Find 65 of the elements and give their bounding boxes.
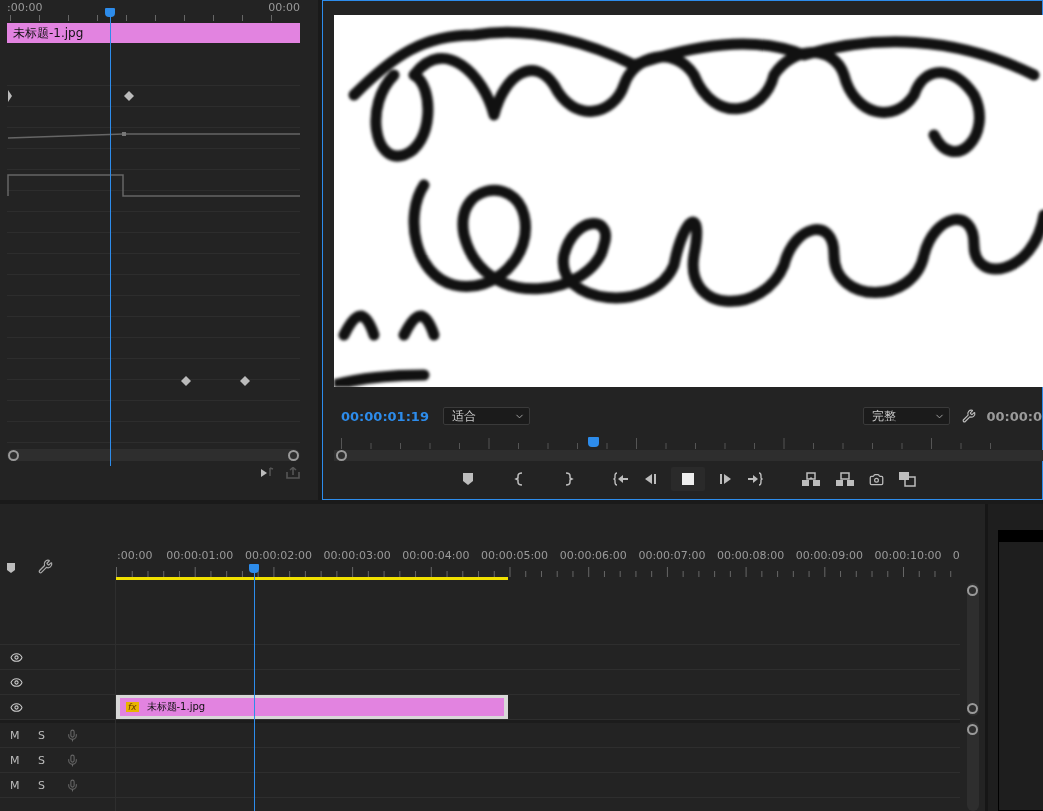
extract-icon[interactable]	[835, 472, 855, 486]
fx-badge: fx	[126, 702, 139, 712]
ruler-time-label: 00:00:01:00	[166, 549, 234, 562]
ruler-time-label: :00:00	[7, 0, 43, 15]
keyframe-icon[interactable]	[181, 376, 191, 386]
eye-icon[interactable]	[10, 700, 23, 714]
solo-toggle[interactable]: S	[38, 778, 48, 792]
microphone-icon[interactable]	[66, 728, 79, 742]
playhead[interactable]	[249, 564, 259, 811]
time-ruler[interactable]: :00:00 00:00:01:00 00:00:02:00 00:00:03:00 00:00:04:00 00:00:05:00 00:00:06:00 00:00:07:00 00:00:08:00 00:00:09:00 00:00:10:00 0	[116, 504, 960, 580]
ruler-time-label: 00:00:10:00	[874, 549, 942, 562]
clip-name-bar: 未标题-1.jpg	[7, 23, 300, 43]
go-to-in-icon[interactable]	[613, 472, 629, 486]
clip-name: 未标题-1.jpg	[146, 700, 206, 714]
stop-button[interactable]	[671, 467, 705, 491]
zoom-scrollbar[interactable]	[7, 449, 300, 461]
scrubber-handle[interactable]	[336, 450, 347, 461]
scroll-handle[interactable]	[8, 449, 19, 461]
ruler-time-label: :00:00	[117, 549, 153, 562]
keyframe-icon[interactable]	[240, 376, 250, 386]
ruler-time-label: 00:00	[268, 0, 300, 15]
settings-icon[interactable]	[962, 409, 977, 423]
zoom-dropdown[interactable]: 适合	[443, 407, 530, 425]
ruler-time-label: 00:00:04:00	[402, 549, 470, 562]
keyframe-icon[interactable]	[124, 91, 134, 101]
eye-icon[interactable]	[10, 675, 23, 689]
ruler-time-label: 00:00:07:00	[638, 549, 706, 562]
settings-icon[interactable]	[38, 559, 53, 574]
step-back-icon[interactable]	[643, 472, 657, 486]
lift-icon[interactable]	[801, 472, 821, 486]
duration-timecode: 00:00:0	[986, 408, 1042, 424]
mute-toggle[interactable]: M	[10, 753, 20, 767]
microphone-icon[interactable]	[66, 778, 79, 792]
scroll-handle[interactable]	[288, 449, 299, 461]
mark-in-icon[interactable]	[513, 472, 525, 486]
ruler-time-label: 00:00:08:00	[717, 549, 785, 562]
vertical-scrollbar[interactable]	[966, 583, 979, 716]
play-audio-icon[interactable]	[260, 467, 274, 479]
compare-icon[interactable]	[898, 471, 916, 487]
go-to-out-icon[interactable]	[747, 472, 763, 486]
quality-dropdown[interactable]: 完整	[863, 407, 951, 425]
ruler-time-label: 0	[952, 549, 960, 562]
ruler-time-label: 00:00:02:00	[244, 549, 312, 562]
expand-triangle-icon[interactable]	[8, 90, 12, 102]
stop-icon	[682, 473, 694, 485]
playhead[interactable]	[587, 437, 599, 447]
timeline-clip[interactable]: fx 未标题-1.jpg	[116, 695, 508, 719]
solo-toggle[interactable]: S	[38, 753, 48, 767]
mute-toggle[interactable]: M	[10, 728, 20, 742]
playhead[interactable]	[105, 8, 115, 466]
step-forward-icon[interactable]	[719, 472, 733, 486]
ruler-time-label: 00:00:05:00	[481, 549, 549, 562]
vertical-scrollbar[interactable]	[966, 721, 979, 811]
marker-icon[interactable]	[6, 562, 16, 574]
timecode: 00:00:01:19	[341, 408, 430, 424]
camera-icon[interactable]	[869, 471, 884, 487]
solo-toggle[interactable]: S	[38, 728, 48, 742]
mark-out-icon[interactable]	[563, 472, 575, 486]
ruler-time-label: 00:00:03:00	[323, 549, 391, 562]
ruler-time-label: 00:00:06:00	[559, 549, 627, 562]
mute-toggle[interactable]: M	[10, 778, 20, 792]
eye-icon[interactable]	[10, 650, 23, 664]
ruler-time-label: 00:00:09:00	[795, 549, 863, 562]
microphone-icon[interactable]	[66, 753, 79, 767]
marker-icon[interactable]	[461, 472, 475, 486]
